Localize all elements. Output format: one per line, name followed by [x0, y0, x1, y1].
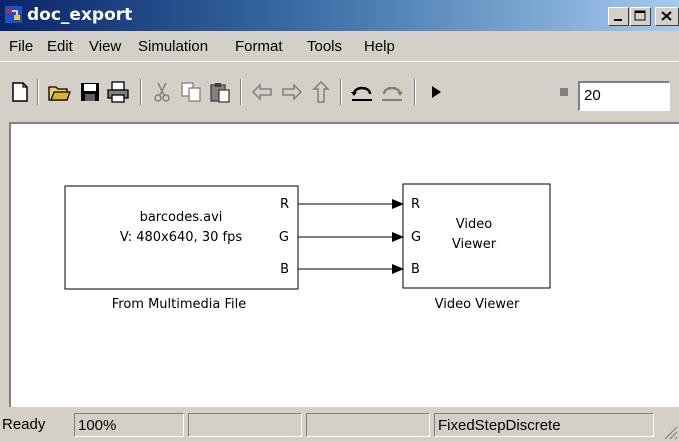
- toolbar-separator: [414, 79, 416, 105]
- menu-simulation[interactable]: Simulation: [138, 38, 208, 55]
- paste-icon[interactable]: [208, 80, 232, 104]
- source-port-label-r: R: [280, 197, 289, 212]
- viewer-port-label-g: G: [411, 230, 421, 245]
- source-port-label-b: B: [280, 262, 289, 277]
- save-icon[interactable]: [78, 80, 102, 104]
- status-bar: Ready 100% FixedStepDiscrete: [0, 407, 679, 442]
- toolbar-separator: [140, 79, 142, 105]
- viewer-block-caption: Video Viewer: [435, 297, 520, 312]
- up-arrow-icon[interactable]: [309, 80, 333, 104]
- minimize-icon: [614, 19, 622, 21]
- status-cell-empty-1: [188, 413, 302, 437]
- status-zoom: 100%: [74, 413, 184, 437]
- simulink-model-icon: [5, 6, 22, 23]
- menu-tools[interactable]: Tools: [307, 38, 342, 55]
- toolbar-separator: [37, 79, 39, 105]
- block-diagram: barcodes.avi V: 480x640, 30 fps R G B Fr…: [64, 183, 551, 312]
- menu-help[interactable]: Help: [364, 38, 395, 55]
- menu-file[interactable]: File: [9, 38, 33, 55]
- source-block-filename: barcodes.avi: [140, 210, 223, 225]
- undo-icon[interactable]: [350, 80, 374, 104]
- stop-simulation-icon[interactable]: [552, 80, 576, 104]
- maximize-button[interactable]: [630, 7, 651, 26]
- status-cell-empty-2: [306, 413, 430, 437]
- menu-format[interactable]: Format: [235, 38, 283, 55]
- minimize-button[interactable]: [608, 7, 629, 26]
- resize-grip-icon[interactable]: [661, 423, 678, 440]
- model-canvas[interactable]: barcodes.avi V: 480x640, 30 fps R G B Fr…: [9, 122, 679, 407]
- redo-icon[interactable]: [380, 80, 404, 104]
- viewer-port-label-b: B: [411, 262, 420, 277]
- toolbar-separator: [340, 79, 342, 105]
- menu-edit[interactable]: Edit: [47, 38, 73, 55]
- stop-time-field[interactable]: 20: [578, 81, 670, 111]
- maximize-icon: [634, 10, 646, 21]
- source-block-format: V: 480x640, 30 fps: [120, 230, 242, 245]
- source-port-label-g: G: [279, 230, 289, 245]
- open-folder-icon[interactable]: [47, 80, 71, 104]
- window-title: doc_export: [27, 5, 133, 25]
- viewer-port-label-r: R: [411, 197, 420, 212]
- viewer-block-title-line1: Video: [456, 217, 492, 232]
- toolbar: 20: [0, 61, 679, 122]
- copy-icon[interactable]: [179, 80, 203, 104]
- status-state: Ready: [2, 416, 46, 433]
- new-model-icon[interactable]: [8, 80, 32, 104]
- toolbar-separator: [240, 79, 242, 105]
- close-icon: [661, 11, 672, 21]
- viewer-block-title-line2: Viewer: [452, 237, 497, 252]
- menu-bar: File Edit View Simulation Format Tools H…: [0, 31, 679, 61]
- print-icon[interactable]: [106, 80, 130, 104]
- source-block-caption: From Multimedia File: [112, 297, 247, 312]
- title-bar[interactable]: doc_export: [0, 0, 679, 31]
- menu-view[interactable]: View: [89, 38, 121, 55]
- back-arrow-icon[interactable]: [250, 80, 274, 104]
- start-simulation-icon[interactable]: [424, 80, 448, 104]
- video-viewer-block[interactable]: [402, 183, 551, 289]
- status-solver: FixedStepDiscrete: [434, 413, 654, 437]
- cut-icon[interactable]: [150, 80, 174, 104]
- forward-arrow-icon[interactable]: [280, 80, 304, 104]
- close-button[interactable]: [655, 7, 679, 26]
